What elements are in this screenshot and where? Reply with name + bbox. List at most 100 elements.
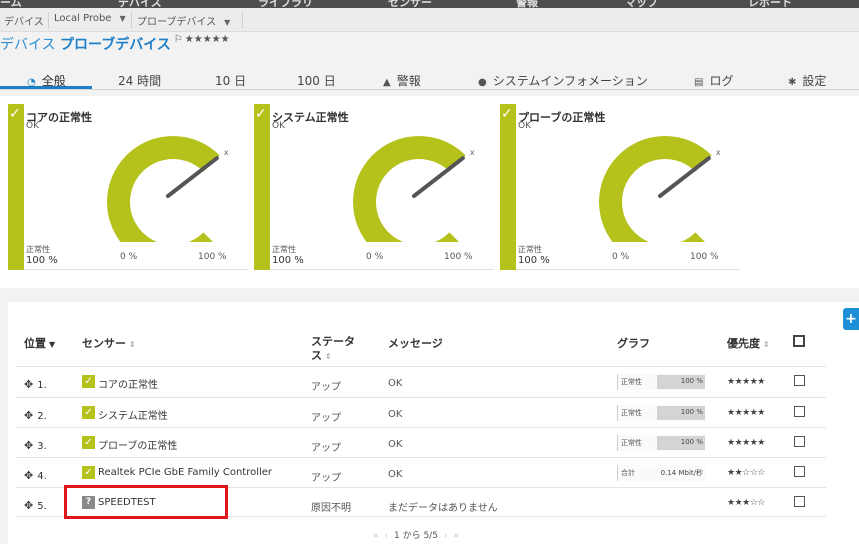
gauge-arc	[598, 136, 712, 242]
row-position[interactable]: ✥ 4.	[24, 469, 47, 482]
gauge-max-label: 100 %	[198, 252, 227, 262]
prev-page-icon[interactable]: ‹	[385, 531, 389, 541]
status-bar	[500, 104, 516, 270]
column-header-graph[interactable]: グラフ	[617, 335, 650, 351]
sensor-message: OK	[388, 409, 403, 420]
priority-stars[interactable]: ★★★★★	[185, 34, 230, 45]
sensor-status: アップ	[311, 443, 341, 454]
breadcrumb-devices[interactable]: デバイス	[4, 13, 44, 28]
sensor-status: アップ	[311, 413, 341, 424]
row-divider	[16, 366, 826, 367]
position-number: 1.	[37, 380, 47, 391]
row-position[interactable]: ✥ 5.	[24, 499, 47, 512]
breadcrumb-label: Local Probe	[54, 13, 112, 24]
breadcrumb-local-probe[interactable]: Local Probe ▼	[54, 13, 126, 24]
breadcrumb-separator	[242, 12, 243, 28]
table-row[interactable]: ✥ 1. ✓ コアの正常性 アップ OK 正常性 100 % ★★★★★	[8, 370, 859, 400]
warning-icon: ▲	[383, 77, 391, 88]
mini-graph[interactable]: 正常性 100 %	[617, 405, 705, 421]
gauge-status: OK	[518, 121, 531, 131]
sensor-name-link[interactable]: コアの正常性	[98, 376, 158, 391]
row-checkbox[interactable]	[794, 466, 805, 477]
status-bar	[8, 104, 24, 270]
gauge-core-health[interactable]: ✓ コアの正常性 OK x 正常性 100 % 0 % 100 %	[8, 104, 248, 270]
move-handle-icon[interactable]: ✥	[24, 378, 33, 391]
gauge-system-health[interactable]: ✓ システム正常性 OK x 正常性 100 % 0 % 100 %	[254, 104, 494, 270]
nav-item-sensors[interactable]: センサー	[388, 0, 432, 8]
caret-down-icon: ▼	[119, 14, 126, 23]
mini-graph[interactable]: 正常性 100 %	[617, 435, 705, 451]
mini-graph[interactable]: 合計 0.14 Mbit/秒	[617, 465, 705, 481]
pagination: « ‹ 1 から 5/5 › »	[370, 528, 462, 541]
column-header-message[interactable]: メッセージ	[388, 335, 443, 351]
header-label: ス	[311, 349, 322, 362]
log-icon: ▤	[694, 77, 704, 88]
gauge-value: 100 %	[518, 255, 550, 266]
nav-item-library[interactable]: ライブラリ	[258, 0, 313, 8]
tab-settings[interactable]: ✱ 設定	[788, 72, 826, 89]
breadcrumb-label: プローブデバイス	[137, 17, 217, 28]
row-checkbox[interactable]	[794, 436, 805, 447]
add-panel-button[interactable]: +	[843, 308, 859, 330]
next-page-icon[interactable]: ›	[444, 531, 448, 541]
nav-item-maps[interactable]: マップ	[625, 0, 658, 8]
tab-label: 警報	[396, 74, 421, 88]
move-handle-icon[interactable]: ✥	[24, 409, 33, 422]
row-checkbox[interactable]	[794, 496, 805, 507]
tab-24-hours[interactable]: 24 時間	[118, 72, 161, 89]
priority-stars[interactable]: ★★★☆☆	[727, 498, 765, 508]
nav-item-reports[interactable]: レポート	[748, 0, 792, 8]
header-label: 位置	[24, 337, 46, 350]
tab-label: 24 時間	[118, 74, 162, 88]
nav-item-devices[interactable]: デバイス	[118, 0, 162, 8]
breadcrumb: デバイス Local Probe ▼ プローブデバイス ▼	[0, 8, 859, 32]
tab-100-days[interactable]: 100 日	[297, 72, 336, 89]
gauge-health-label: 正常性	[518, 245, 542, 254]
row-checkbox[interactable]	[794, 406, 805, 417]
header-label: グラフ	[617, 337, 650, 350]
gauge-needle	[658, 156, 711, 198]
tab-10-days[interactable]: 10 日	[215, 72, 246, 89]
check-icon: ✓	[82, 375, 95, 388]
nav-item-home[interactable]: ーム	[0, 0, 22, 8]
page-info: 1 から 5/5	[394, 531, 438, 541]
sensor-name-link[interactable]: システム正常性	[98, 407, 168, 422]
move-handle-icon[interactable]: ✥	[24, 469, 33, 482]
gauge-arc	[352, 136, 466, 242]
row-position[interactable]: ✥ 1.	[24, 378, 47, 391]
nav-item-alarms[interactable]: 警報	[516, 0, 538, 8]
position-number: 5.	[37, 501, 47, 512]
tab-log[interactable]: ▤ ログ	[694, 72, 733, 89]
move-handle-icon[interactable]: ✥	[24, 499, 33, 512]
gauge-probe-health[interactable]: ✓ プローブの正常性 OK x 正常性 100 % 0 % 100 %	[500, 104, 740, 270]
mini-graph[interactable]: 正常性 100 %	[617, 374, 705, 390]
title-device-name: プローブデバイス	[60, 37, 171, 53]
sensor-message: OK	[388, 439, 403, 450]
tab-system-information[interactable]: ● システムインフォメーション	[478, 72, 648, 89]
first-page-icon[interactable]: «	[373, 531, 379, 541]
row-position[interactable]: ✥ 3.	[24, 439, 47, 452]
priority-stars[interactable]: ★★★★★	[727, 438, 765, 448]
tab-alarms[interactable]: ▲ 警報	[383, 72, 421, 89]
breadcrumb-separator	[48, 12, 49, 28]
column-header-sensor[interactable]: センサー ⇕	[82, 335, 136, 351]
column-header-priority[interactable]: 優先度 ⇕	[727, 335, 770, 351]
tab-label: 100 日	[297, 74, 336, 88]
flag-icon[interactable]: ⚐	[174, 34, 183, 45]
check-icon: ✓	[501, 106, 513, 122]
gauge-min-label: 0 %	[366, 252, 384, 262]
tab-label: 設定	[802, 74, 827, 88]
last-page-icon[interactable]: »	[453, 531, 459, 541]
priority-stars[interactable]: ★★☆☆☆	[727, 468, 765, 478]
priority-stars[interactable]: ★★★★★	[727, 408, 765, 418]
sensor-name-link[interactable]: Realtek PCIe GbE Family Controller	[98, 467, 272, 478]
sensor-name-link[interactable]: プローブの正常性	[98, 437, 177, 452]
breadcrumb-probe-device[interactable]: プローブデバイス ▼	[137, 13, 230, 28]
column-header-position[interactable]: 位置 ▼	[24, 335, 55, 351]
move-handle-icon[interactable]: ✥	[24, 439, 33, 452]
priority-stars[interactable]: ★★★★★	[727, 377, 765, 387]
row-checkbox[interactable]	[794, 375, 805, 386]
row-position[interactable]: ✥ 2.	[24, 409, 47, 422]
column-header-status[interactable]: ステータス ⇕	[311, 335, 355, 364]
select-all-checkbox[interactable]	[793, 335, 805, 347]
